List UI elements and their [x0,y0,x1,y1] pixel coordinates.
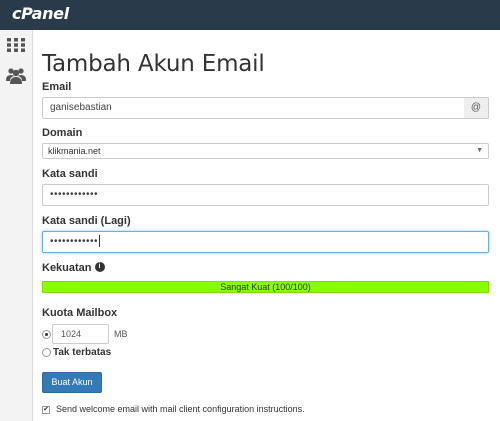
quota-limited-radio[interactable] [42,330,51,339]
quota-unlimited-radio[interactable] [42,348,51,357]
chevron-down-icon: ▼ [476,147,483,154]
at-addon: @ [464,97,489,119]
create-account-button[interactable]: Buat Akun [42,372,102,393]
page-title: Tambah Akun Email [42,51,265,77]
domain-label: Domain [42,127,83,139]
password-again-label: Kata sandi (Lagi) [42,215,131,227]
top-bar: cPanel [0,0,500,30]
email-input[interactable]: ganisebastian [42,97,465,119]
password-input[interactable]: •••••••••••• [42,184,489,206]
password-again-value: •••••••••••• [50,236,99,247]
strength-meter: Sangat Kuat (100/100) [42,281,489,293]
quota-label: Kuota Mailbox [42,307,118,319]
grid-icon[interactable] [7,38,25,52]
strength-label: Kekuatan [42,262,92,274]
welcome-email-label[interactable]: Send welcome email with mail client conf… [56,404,305,414]
password-label: Kata sandi [42,168,98,180]
text-caret [99,235,101,248]
domain-select[interactable]: klikmania.net ▼ [42,143,489,159]
quota-unlimited-label[interactable]: Tak terbatas [53,347,111,358]
sidebar [0,30,33,421]
quota-unit: MB [114,329,128,339]
info-icon[interactable]: i [94,262,105,273]
cpanel-logo[interactable]: cPanel [12,4,69,23]
email-label: Email [42,81,72,93]
welcome-email-checkbox[interactable]: ✔ [42,406,50,414]
domain-selected-value: klikmania.net [48,146,101,156]
quota-input[interactable]: 1024 [52,324,109,344]
users-icon[interactable] [6,66,26,84]
strength-label-row: Kekuatan i [42,262,105,274]
password-again-input[interactable]: •••••••••••• [42,231,489,253]
